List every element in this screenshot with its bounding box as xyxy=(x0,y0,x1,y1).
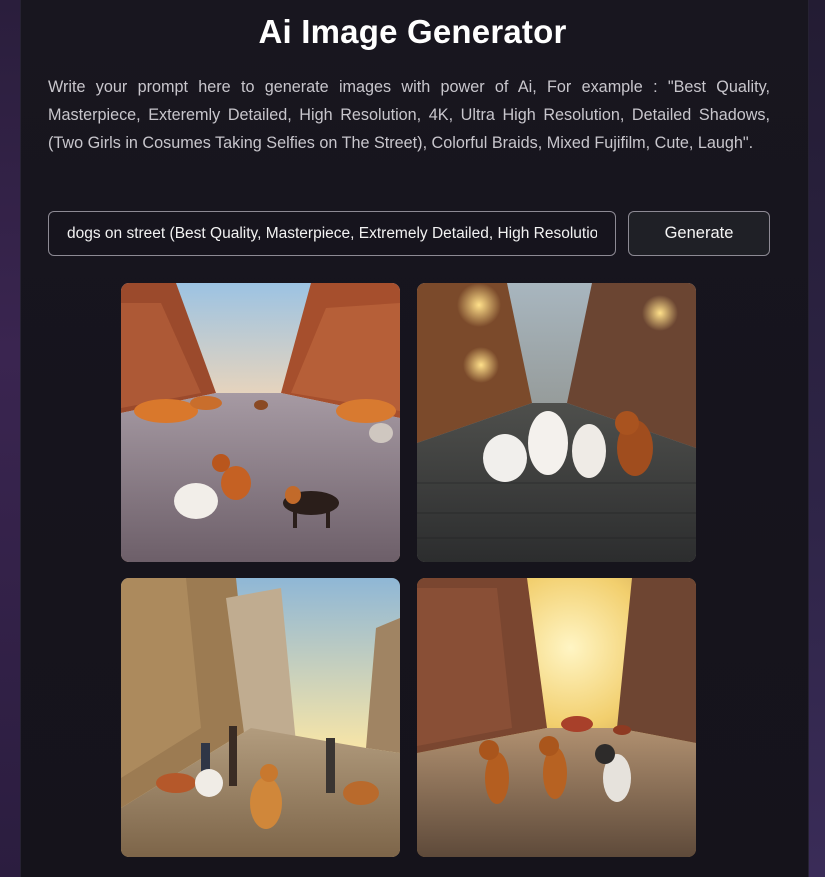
generate-button[interactable]: Generate xyxy=(628,211,770,256)
generated-image-2[interactable] xyxy=(417,283,696,562)
prompt-description: Write your prompt here to generate image… xyxy=(48,78,770,152)
generated-image-1-art xyxy=(121,283,400,562)
generated-image-3[interactable] xyxy=(121,578,400,857)
generated-image-4[interactable] xyxy=(417,578,696,857)
prompt-input[interactable] xyxy=(48,211,616,256)
page-title: Ai Image Generator xyxy=(258,13,567,50)
generated-image-2-art xyxy=(417,283,696,562)
background-right-glow xyxy=(807,0,825,877)
generated-image-3-art xyxy=(121,578,400,857)
generated-image-4-art xyxy=(417,578,696,857)
generated-image-1[interactable] xyxy=(121,283,400,562)
